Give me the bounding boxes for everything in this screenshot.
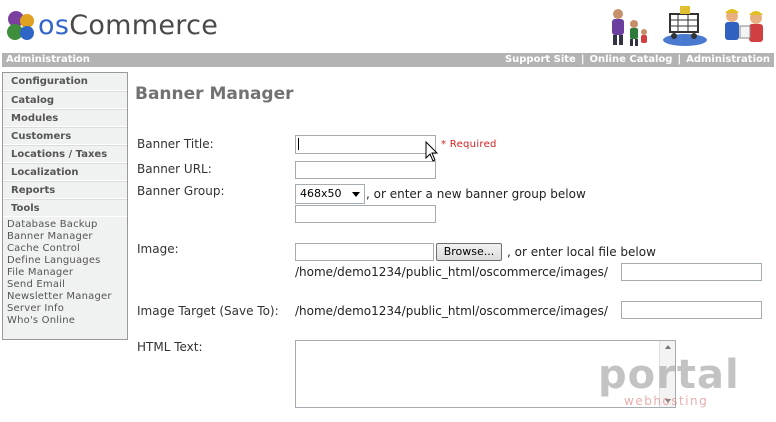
banner-url-input[interactable]: [295, 161, 436, 179]
page-title: Banner Manager: [135, 84, 294, 104]
html-text-label: HTML Text:: [137, 340, 203, 354]
sidebar-item-reports[interactable]: Reports: [3, 181, 127, 199]
separator: |: [677, 54, 682, 65]
tools-link-banner-manager[interactable]: Banner Manager: [7, 231, 127, 243]
tools-link-whos-online[interactable]: Who's Online: [7, 315, 127, 327]
mouse-pointer-icon: [425, 141, 439, 162]
admin-bar: Administration Support Site | Online Catal…: [2, 53, 774, 67]
tools-submenu: Database Backup Banner Manager Cache Con…: [3, 217, 127, 327]
sidebar: Configuration Catalog Modules Customers …: [2, 72, 128, 340]
image-local-input[interactable]: [621, 263, 762, 281]
banner-url-label: Banner URL:: [137, 162, 212, 176]
image-target-input[interactable]: [621, 301, 762, 319]
image-target-label: Image Target (Save To):: [137, 304, 279, 318]
tools-link-send-email[interactable]: Send Email: [7, 279, 127, 291]
admin-bar-title: Administration: [6, 54, 90, 65]
image-target-path: /home/demo1234/public_html/oscommerce/im…: [295, 304, 608, 318]
tools-link-define-languages[interactable]: Define Languages: [7, 255, 127, 267]
logo-os-text: os: [38, 10, 70, 41]
text-caret: [298, 138, 299, 150]
online-catalog-link[interactable]: Online Catalog: [590, 54, 673, 65]
banner-title-input[interactable]: [295, 135, 436, 154]
portal-watermark: portal webhosting: [598, 352, 748, 412]
sidebar-item-customers[interactable]: Customers: [3, 127, 127, 145]
image-label: Image:: [137, 242, 179, 256]
logo-commerce-text: Commerce: [69, 10, 219, 41]
administration-link[interactable]: Administration: [686, 54, 770, 65]
sidebar-item-configuration[interactable]: Configuration: [3, 73, 127, 91]
banner-group-hint: , or enter a new banner group below: [366, 187, 586, 201]
sidebar-item-modules[interactable]: Modules: [3, 109, 127, 127]
workers-icon[interactable]: [716, 4, 774, 48]
tools-link-file-manager[interactable]: File Manager: [7, 267, 127, 279]
image-file-input[interactable]: [295, 243, 434, 261]
logo-balls-icon: [7, 11, 34, 40]
scroll-up-icon[interactable]: [665, 345, 671, 349]
support-site-link[interactable]: Support Site: [505, 54, 576, 65]
banner-group-select[interactable]: 468x50: [295, 184, 365, 204]
tools-link-server-info[interactable]: Server Info: [7, 303, 127, 315]
header: osCommerce: [0, 0, 776, 52]
tools-link-cache-control[interactable]: Cache Control: [7, 243, 127, 255]
watermark-sub-text: webhosting: [624, 394, 709, 408]
sidebar-item-tools[interactable]: Tools: [3, 199, 127, 217]
image-hint: , or enter local file below: [507, 245, 656, 259]
image-local-path: /home/demo1234/public_html/oscommerce/im…: [295, 265, 608, 279]
watermark-main-text: portal: [598, 352, 740, 398]
tools-link-newsletter-manager[interactable]: Newsletter Manager: [7, 291, 127, 303]
banner-title-label: Banner Title:: [137, 137, 214, 151]
browse-button[interactable]: Browse...: [436, 243, 502, 261]
required-indicator: * Required: [441, 139, 497, 150]
tools-link-database-backup[interactable]: Database Backup: [7, 219, 127, 231]
shopping-cart-icon[interactable]: [660, 4, 710, 48]
banner-group-label: Banner Group:: [137, 184, 225, 198]
sidebar-item-locations-taxes[interactable]: Locations / Taxes: [3, 145, 127, 163]
sidebar-item-localization[interactable]: Localization: [3, 163, 127, 181]
admin-bar-links: Support Site | Online Catalog | Administrati…: [505, 53, 770, 67]
new-banner-group-input[interactable]: [295, 205, 436, 223]
chevron-down-icon: [352, 192, 360, 197]
family-icon[interactable]: [600, 4, 652, 48]
separator: |: [580, 54, 585, 65]
sidebar-item-catalog[interactable]: Catalog: [3, 91, 127, 109]
oscommerce-logo[interactable]: osCommerce: [4, 6, 218, 46]
banner-group-selected-value: 468x50: [300, 187, 342, 200]
